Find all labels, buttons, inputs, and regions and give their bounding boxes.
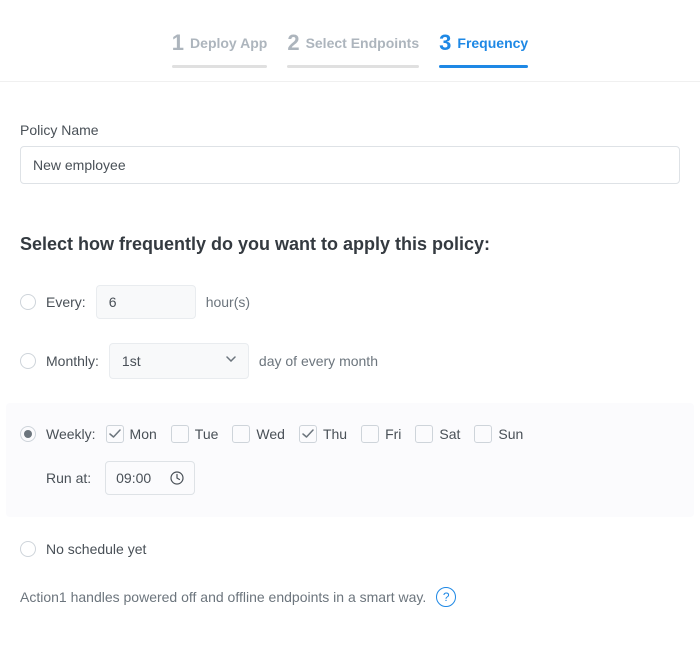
step-frequency[interactable]: 3 Frequency [439, 30, 528, 66]
run-at-value: 09:00 [116, 470, 151, 486]
step-number: 3 [439, 30, 451, 56]
footer-text: Action1 handles powered off and offline … [20, 589, 426, 605]
checkbox-thu[interactable] [299, 425, 317, 443]
every-suffix: hour(s) [206, 294, 250, 310]
frequency-option-none: No schedule yet [20, 541, 680, 557]
day-sun: Sun [474, 425, 523, 443]
footer-note: Action1 handles powered off and offline … [20, 587, 680, 607]
checkbox-sun[interactable] [474, 425, 492, 443]
step-underline [172, 65, 268, 68]
day-label-thu: Thu [323, 426, 347, 442]
step-label: Deploy App [190, 35, 267, 51]
radio-every-label: Every: [46, 294, 86, 310]
radio-monthly-label: Monthly: [46, 353, 99, 369]
step-deploy-app[interactable]: 1 Deploy App [172, 30, 268, 66]
checkbox-fri[interactable] [361, 425, 379, 443]
step-select-endpoints[interactable]: 2 Select Endpoints [287, 30, 419, 66]
content: Policy Name Select how frequently do you… [0, 82, 700, 627]
checkbox-mon[interactable] [106, 425, 124, 443]
radio-none[interactable] [20, 541, 36, 557]
help-icon[interactable]: ? [436, 587, 456, 607]
step-label: Select Endpoints [306, 35, 420, 51]
radio-every[interactable] [20, 294, 36, 310]
step-underline [287, 65, 419, 68]
step-underline [439, 65, 528, 68]
step-number: 2 [287, 30, 299, 56]
clock-icon [170, 471, 184, 485]
weekly-line: Weekly: Mon Tue [20, 425, 680, 443]
run-at-input[interactable]: 09:00 [105, 461, 195, 495]
day-label-sun: Sun [498, 426, 523, 442]
run-at-row: Run at: 09:00 [20, 461, 680, 495]
policy-name-input[interactable] [20, 146, 680, 184]
monthly-day-value: 1st [122, 353, 141, 369]
day-label-tue: Tue [195, 426, 219, 442]
stepper: 1 Deploy App 2 Select Endpoints 3 Freque… [0, 0, 700, 82]
day-thu: Thu [299, 425, 347, 443]
frequency-option-weekly: Weekly: Mon Tue [6, 403, 694, 517]
checkbox-tue[interactable] [171, 425, 189, 443]
day-fri: Fri [361, 425, 401, 443]
run-at-label: Run at: [46, 470, 91, 486]
radio-weekly-label: Weekly: [46, 426, 96, 442]
days-row: Mon Tue Wed [106, 425, 524, 443]
day-mon: Mon [106, 425, 157, 443]
policy-name-label: Policy Name [20, 122, 680, 138]
checkbox-sat[interactable] [415, 425, 433, 443]
step-number: 1 [172, 30, 184, 56]
day-sat: Sat [415, 425, 460, 443]
radio-monthly[interactable] [20, 353, 36, 369]
day-label-mon: Mon [130, 426, 157, 442]
monthly-day-select[interactable]: 1st [109, 343, 249, 379]
day-label-wed: Wed [256, 426, 285, 442]
day-wed: Wed [232, 425, 285, 443]
every-hours-input[interactable] [96, 285, 196, 319]
step-label: Frequency [457, 35, 528, 51]
radio-weekly[interactable] [20, 426, 36, 442]
checkbox-wed[interactable] [232, 425, 250, 443]
radio-none-label: No schedule yet [46, 541, 146, 557]
day-tue: Tue [171, 425, 219, 443]
frequency-option-monthly: Monthly: 1st day of every month [20, 343, 680, 379]
frequency-title: Select how frequently do you want to app… [20, 234, 680, 255]
chevron-down-icon [226, 356, 236, 366]
day-label-fri: Fri [385, 426, 401, 442]
day-label-sat: Sat [439, 426, 460, 442]
frequency-option-every: Every: hour(s) [20, 285, 680, 319]
monthly-suffix: day of every month [259, 353, 378, 369]
